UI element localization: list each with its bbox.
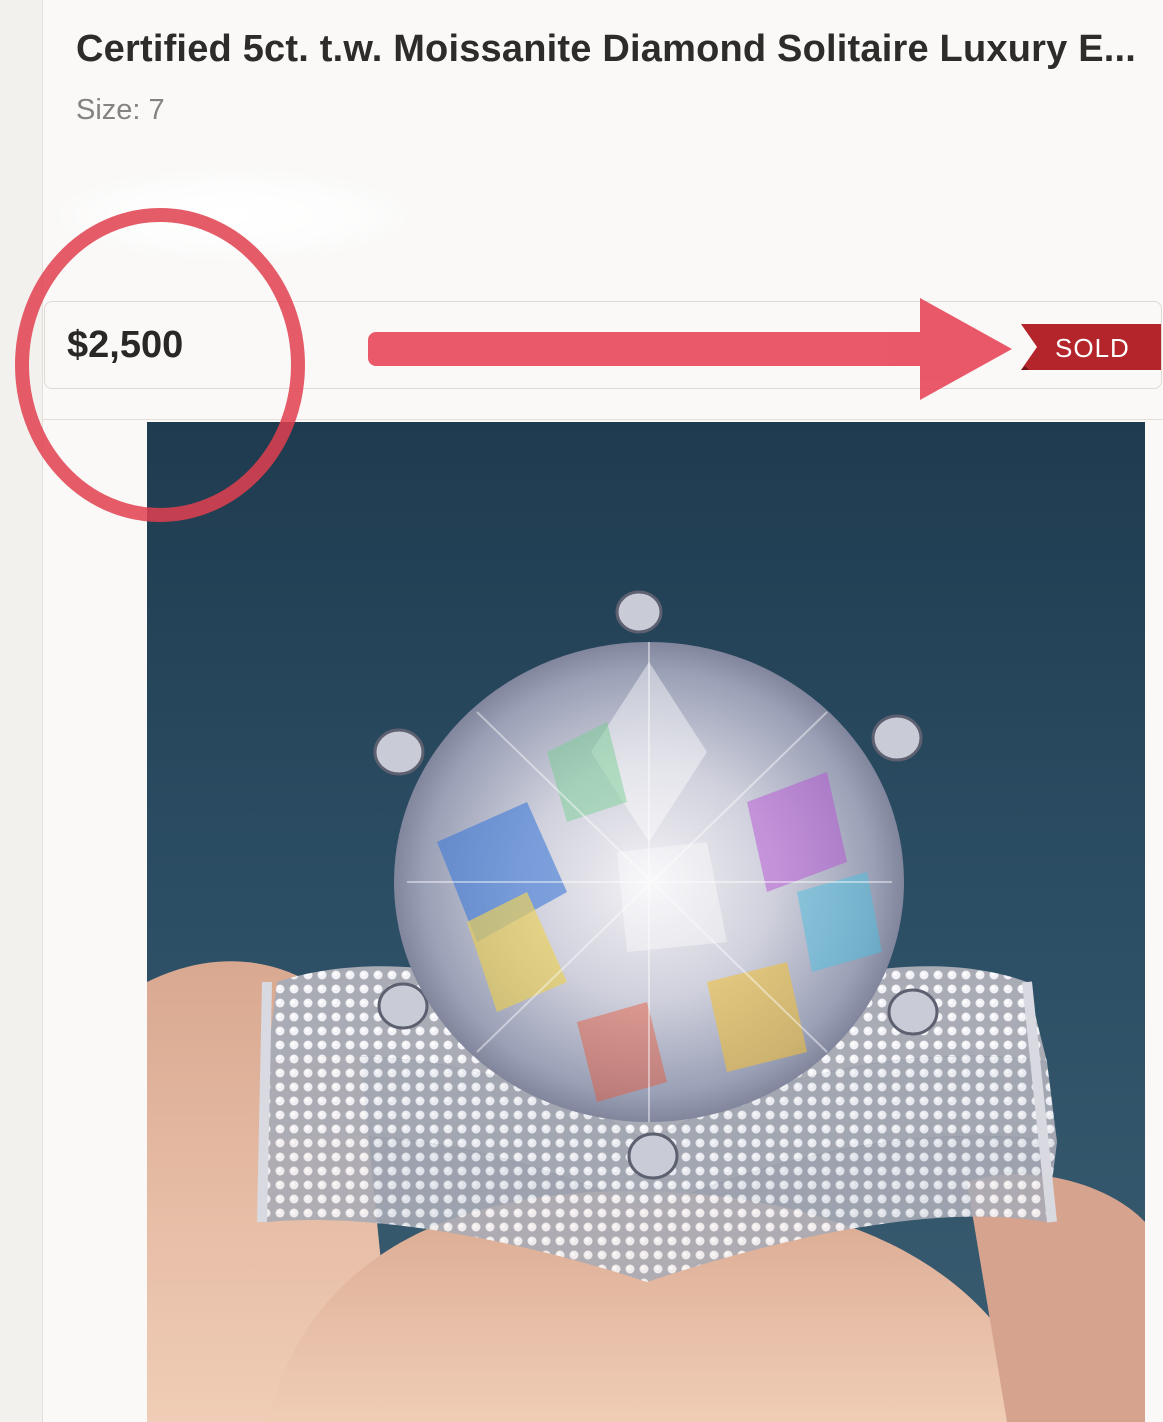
listing-title[interactable]: Certified 5ct. t.w. Moissanite Diamond S…	[76, 28, 1156, 71]
sold-badge-label: SOLD	[1055, 333, 1130, 363]
size-label: Size:	[76, 94, 141, 126]
listing-photo[interactable]	[147, 422, 1145, 1422]
divider	[43, 419, 1163, 420]
ring-photo-illustration	[147, 590, 1145, 1422]
sold-badge: SOLD	[1021, 324, 1161, 370]
size-value: 7	[148, 94, 165, 126]
listing-price: $2,500	[67, 324, 184, 366]
listing-card[interactable]: Certified 5ct. t.w. Moissanite Diamond S…	[42, 0, 1163, 1422]
size-attribute: Size: 7	[76, 94, 165, 127]
screen-glare	[53, 170, 413, 260]
price-bar: $2,500 SOLD	[44, 301, 1162, 389]
